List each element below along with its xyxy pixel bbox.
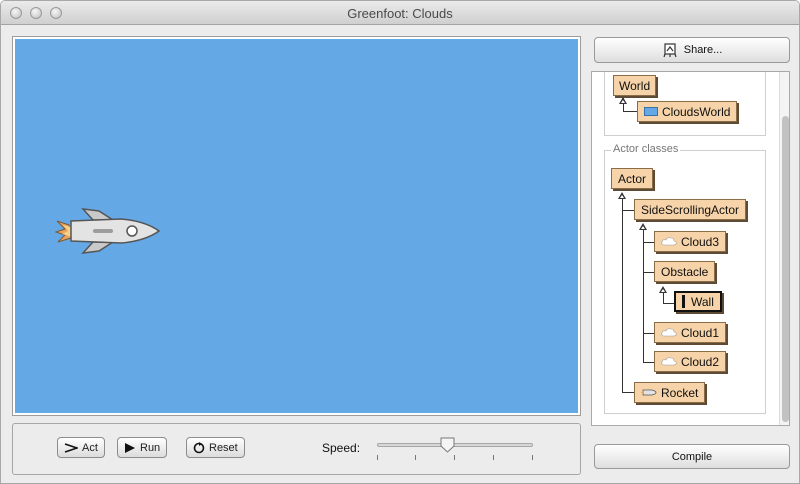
class-cloud1-label: Cloud1 xyxy=(681,325,720,340)
class-rocket-label: Rocket xyxy=(661,385,699,400)
world-canvas[interactable] xyxy=(15,39,578,413)
act-label: Act xyxy=(82,441,98,454)
run-label: Run xyxy=(140,441,161,454)
rocket-icon xyxy=(641,389,657,396)
class-actor-label: Actor xyxy=(618,171,647,186)
inherit-line xyxy=(622,197,623,392)
inherit-arrow xyxy=(659,286,667,293)
inherit-arrow xyxy=(618,192,626,199)
slider-tick xyxy=(532,455,533,460)
share-button[interactable]: Share... xyxy=(594,37,790,63)
speed-slider-track xyxy=(377,443,533,447)
class-rocket[interactable]: Rocket xyxy=(634,382,706,403)
inherit-arrow xyxy=(619,97,627,104)
slider-tick xyxy=(493,455,494,460)
class-cloudsworld-label: CloudsWorld xyxy=(662,104,731,119)
inherit-line xyxy=(643,272,654,273)
reset-label: Reset xyxy=(209,441,238,454)
class-world[interactable]: World xyxy=(613,75,657,96)
inherit-line xyxy=(643,362,654,363)
inherit-line xyxy=(643,242,654,243)
inherit-arrow xyxy=(639,223,647,230)
actor-classes-group: Actor classes Actor SideScrollingActor C… xyxy=(604,143,766,414)
class-cloud1[interactable]: Cloud1 xyxy=(654,322,727,343)
title-bar: Greenfoot: Clouds xyxy=(1,1,799,25)
share-label: Share... xyxy=(683,44,723,56)
rocket-icon[interactable] xyxy=(55,207,165,255)
inherit-line xyxy=(643,333,654,334)
world-thumbnail-icon xyxy=(644,107,658,116)
inherit-line xyxy=(663,303,674,304)
world-classes-group: World CloudsWorld xyxy=(604,72,766,136)
class-wall-label: Wall xyxy=(691,294,714,309)
class-diagram-scroll-thumb[interactable] xyxy=(782,116,789,422)
class-cloud2-label: Cloud2 xyxy=(681,354,720,369)
cloud-icon xyxy=(661,328,677,337)
play-icon xyxy=(125,442,135,453)
class-cloud2[interactable]: Cloud2 xyxy=(654,351,727,372)
run-button[interactable]: Run xyxy=(117,437,168,458)
cloud-icon xyxy=(661,237,677,246)
reset-button[interactable]: Reset xyxy=(186,437,245,458)
class-world-label: World xyxy=(619,78,651,93)
wall-icon xyxy=(682,295,685,308)
inherit-line xyxy=(622,392,634,393)
share-icon xyxy=(663,43,677,58)
class-cloudsworld[interactable]: CloudsWorld xyxy=(637,101,738,122)
class-obstacle-label: Obstacle xyxy=(661,264,709,279)
class-obstacle[interactable]: Obstacle xyxy=(654,261,716,282)
greenfoot-window: Greenfoot: Clouds Act Run Reset Speed: S… xyxy=(0,0,800,484)
world-view-frame xyxy=(12,36,581,416)
class-actor[interactable]: Actor xyxy=(611,168,654,189)
act-button[interactable]: Act xyxy=(57,437,105,458)
execution-controls: Act Run Reset Speed: xyxy=(12,423,581,475)
compile-button[interactable]: Compile xyxy=(594,444,790,469)
actor-classes-label: Actor classes xyxy=(611,143,681,155)
slider-tick xyxy=(377,455,378,460)
class-diagram-scrollbar[interactable] xyxy=(779,72,789,425)
class-sidescrollingactor[interactable]: SideScrollingActor xyxy=(634,199,747,220)
class-cloud3[interactable]: Cloud3 xyxy=(654,231,727,252)
class-diagram: World CloudsWorld Actor classes Actor Si… xyxy=(591,71,790,426)
speed-label: Speed: xyxy=(322,441,361,455)
class-wall[interactable]: Wall xyxy=(674,291,722,312)
window-title: Greenfoot: Clouds xyxy=(347,6,453,21)
speed-slider-thumb[interactable] xyxy=(440,437,455,453)
class-cloud3-label: Cloud3 xyxy=(681,234,720,249)
speed-slider[interactable] xyxy=(377,436,533,462)
inherit-line xyxy=(643,228,644,362)
cloud-icon xyxy=(661,357,677,366)
slider-tick xyxy=(454,455,455,460)
class-sidescrollingactor-label: SideScrollingActor xyxy=(641,202,740,217)
slider-tick xyxy=(415,455,416,460)
inherit-line xyxy=(623,111,637,112)
act-icon xyxy=(64,442,78,453)
inherit-line xyxy=(622,210,634,211)
compile-label: Compile xyxy=(671,450,713,463)
reset-icon xyxy=(193,441,205,453)
